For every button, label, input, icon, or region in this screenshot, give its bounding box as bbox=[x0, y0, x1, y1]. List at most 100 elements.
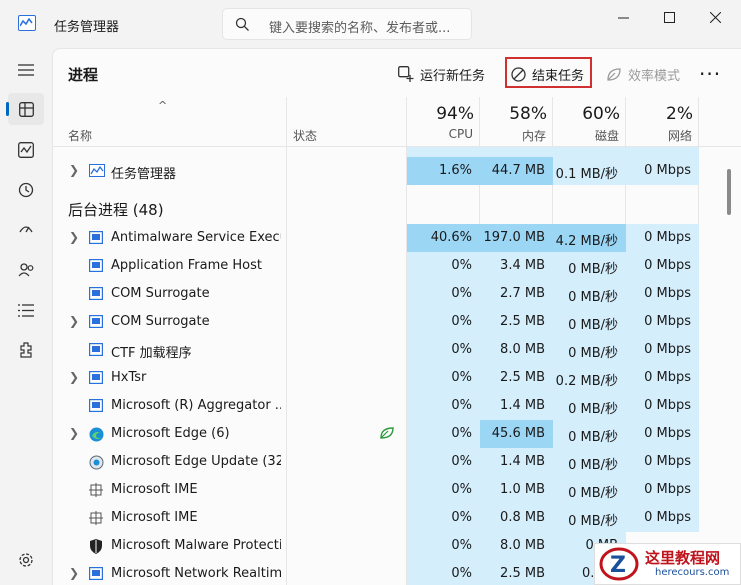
search-placeholder: 键入要搜索的名称、发布者或... bbox=[269, 21, 451, 36]
disk-value: 0 MB/秒 bbox=[553, 504, 626, 532]
disk-value: 0 MB/秒 bbox=[553, 448, 626, 476]
expand-chevron-icon[interactable]: ❯ bbox=[69, 370, 79, 384]
disk-label: 磁盘 bbox=[594, 129, 619, 143]
column-header: ^ 名称 状态 94% CPU 58% 内存 60% 磁盘 2% 网络 bbox=[53, 97, 741, 147]
process-row[interactable]: COM Surrogate 0% 2.7 MB 0 MB/秒 0 Mbps bbox=[53, 280, 699, 308]
process-row[interactable]: ❯ Microsoft Edge (6) 0% 45.6 MB 0 MB/秒 0 Mbps bbox=[53, 420, 699, 448]
window-icon bbox=[89, 287, 104, 301]
nav-processes[interactable] bbox=[6, 93, 44, 125]
svg-text:Z: Z bbox=[610, 553, 626, 578]
nav-settings[interactable] bbox=[8, 544, 44, 576]
process-name: 任务管理器 bbox=[111, 167, 177, 182]
search-icon bbox=[235, 17, 249, 31]
network-value: 0 Mbps bbox=[626, 392, 699, 420]
process-row[interactable]: ❯ COM Surrogate 0% 2.5 MB 0 MB/秒 0 Mbps bbox=[53, 308, 699, 336]
cpu-value: 0% bbox=[407, 392, 480, 420]
process-row[interactable]: Application Frame Host 0% 3.4 MB 0 MB/秒 0 Mb… bbox=[53, 252, 699, 280]
memory-value: 1.4 MB bbox=[480, 448, 553, 476]
memory-value: 1.4 MB bbox=[480, 392, 553, 420]
memory-value: 44.7 MB bbox=[480, 157, 553, 185]
column-memory[interactable]: 58% 内存 bbox=[480, 97, 553, 147]
minimize-icon bbox=[617, 17, 629, 18]
cpu-label: CPU bbox=[448, 127, 473, 141]
network-value: 0 Mbps bbox=[626, 504, 699, 532]
disk-value: 0 MB/秒 bbox=[553, 252, 626, 280]
process-name: COM Surrogate bbox=[111, 314, 210, 329]
nav-performance[interactable] bbox=[8, 134, 44, 166]
network-value: 0 Mbps bbox=[626, 308, 699, 336]
ime-icon bbox=[89, 483, 103, 497]
processes-icon bbox=[18, 101, 34, 117]
sort-indicator: ^ bbox=[158, 99, 168, 112]
nav-users[interactable] bbox=[8, 254, 44, 286]
network-value: 0 Mbps bbox=[626, 448, 699, 476]
cpu-value: 1.6% bbox=[407, 157, 480, 185]
process-row[interactable]: CTF 加载程序 0% 8.0 MB 0 MB/秒 0 Mbps bbox=[53, 336, 699, 364]
process-list: ❯ 任务管理器 1.6% 44.7 MB 0.1 MB/秒 0 Mbps 后台进程 (48)… bbox=[53, 147, 741, 585]
close-button[interactable] bbox=[692, 0, 738, 34]
disk-value: 0 MB/秒 bbox=[553, 280, 626, 308]
run-new-task-button[interactable]: 运行新任务 bbox=[398, 61, 485, 87]
process-row[interactable]: Microsoft (R) Aggregator ... 0% 1.4 MB 0 MB… bbox=[53, 392, 699, 420]
column-name[interactable]: 名称 bbox=[68, 127, 92, 144]
memory-value: 2.5 MB bbox=[480, 308, 553, 336]
expand-chevron-icon[interactable]: ❯ bbox=[69, 163, 79, 177]
expand-chevron-icon[interactable]: ❯ bbox=[69, 566, 79, 580]
column-disk[interactable]: 60% 磁盘 bbox=[553, 97, 626, 147]
process-row[interactable]: ❯ HxTsr 0% 2.5 MB 0.2 MB/秒 0 Mbps bbox=[53, 364, 699, 392]
more-options-button[interactable]: ··· bbox=[699, 62, 721, 86]
memory-value: 2.7 MB bbox=[480, 280, 553, 308]
memory-value: 8.0 MB bbox=[480, 336, 553, 364]
vertical-scrollbar[interactable] bbox=[727, 169, 731, 215]
disk-value: 4.2 MB/秒 bbox=[553, 224, 626, 252]
end-task-label: 结束任务 bbox=[532, 68, 585, 84]
process-row[interactable]: ❯ 任务管理器 1.6% 44.7 MB 0.1 MB/秒 0 Mbps bbox=[53, 157, 699, 185]
search-box[interactable]: 键入要搜索的名称、发布者或... bbox=[222, 8, 472, 40]
expand-chevron-icon[interactable]: ❯ bbox=[69, 230, 79, 244]
app-title: 任务管理器 bbox=[54, 20, 120, 35]
disk-value: 0 MB/秒 bbox=[553, 476, 626, 504]
process-row[interactable]: Microsoft IME 0% 0.8 MB 0 MB/秒 0 Mbps bbox=[53, 504, 699, 532]
efficiency-mode-button[interactable]: 效率模式 bbox=[606, 61, 680, 87]
process-row[interactable]: Microsoft IME 0% 1.0 MB 0 MB/秒 0 Mbps bbox=[53, 476, 699, 504]
expand-chevron-icon[interactable]: ❯ bbox=[69, 314, 79, 328]
minimize-button[interactable] bbox=[600, 0, 646, 34]
network-value: 0 Mbps bbox=[626, 476, 699, 504]
nav-details[interactable] bbox=[8, 294, 44, 326]
disk-value: 0 MB/秒 bbox=[553, 308, 626, 336]
column-status[interactable]: 状态 bbox=[293, 127, 317, 144]
disk-value: 0.2 MB/秒 bbox=[553, 364, 626, 392]
run-new-task-label: 运行新任务 bbox=[420, 68, 486, 84]
memory-total: 58% bbox=[509, 104, 547, 124]
startup-icon bbox=[19, 226, 33, 233]
network-value: 0 Mbps bbox=[626, 364, 699, 392]
details-icon bbox=[18, 303, 34, 317]
expand-chevron-icon[interactable]: ❯ bbox=[69, 426, 79, 440]
close-icon bbox=[709, 11, 721, 23]
task-manager-icon bbox=[89, 164, 105, 177]
cpu-value: 0% bbox=[407, 280, 480, 308]
process-row-partial bbox=[53, 147, 699, 157]
end-task-button[interactable]: 结束任务 bbox=[511, 61, 584, 87]
memory-value: 2.5 MB bbox=[480, 364, 553, 392]
nav-app-history[interactable] bbox=[8, 174, 44, 206]
column-cpu[interactable]: 94% CPU bbox=[407, 97, 480, 147]
hamburger-menu-button[interactable] bbox=[8, 54, 44, 86]
process-name: Microsoft Network Realtim... bbox=[111, 566, 281, 581]
memory-value: 1.0 MB bbox=[480, 476, 553, 504]
column-network[interactable]: 2% 网络 bbox=[626, 97, 699, 147]
nav-services[interactable] bbox=[8, 334, 44, 366]
cpu-value: 0% bbox=[407, 532, 480, 560]
maximize-button[interactable] bbox=[646, 0, 692, 34]
process-name: CTF 加载程序 bbox=[111, 346, 192, 361]
process-row[interactable]: ❯ Antimalware Service Execut... 40.6%197.0… bbox=[53, 224, 699, 252]
services-icon bbox=[20, 342, 32, 358]
efficiency-leaf-icon bbox=[607, 67, 621, 81]
hamburger-icon bbox=[18, 64, 34, 76]
cpu-value: 0% bbox=[407, 476, 480, 504]
process-row[interactable]: Microsoft Edge Update (32... 0% 1.4 MB 0 MB… bbox=[53, 448, 699, 476]
disk-value: 0.1 MB/秒 bbox=[553, 157, 626, 185]
cpu-value: 0% bbox=[407, 252, 480, 280]
nav-startup[interactable] bbox=[8, 214, 44, 246]
task-manager-app-icon bbox=[18, 15, 36, 31]
